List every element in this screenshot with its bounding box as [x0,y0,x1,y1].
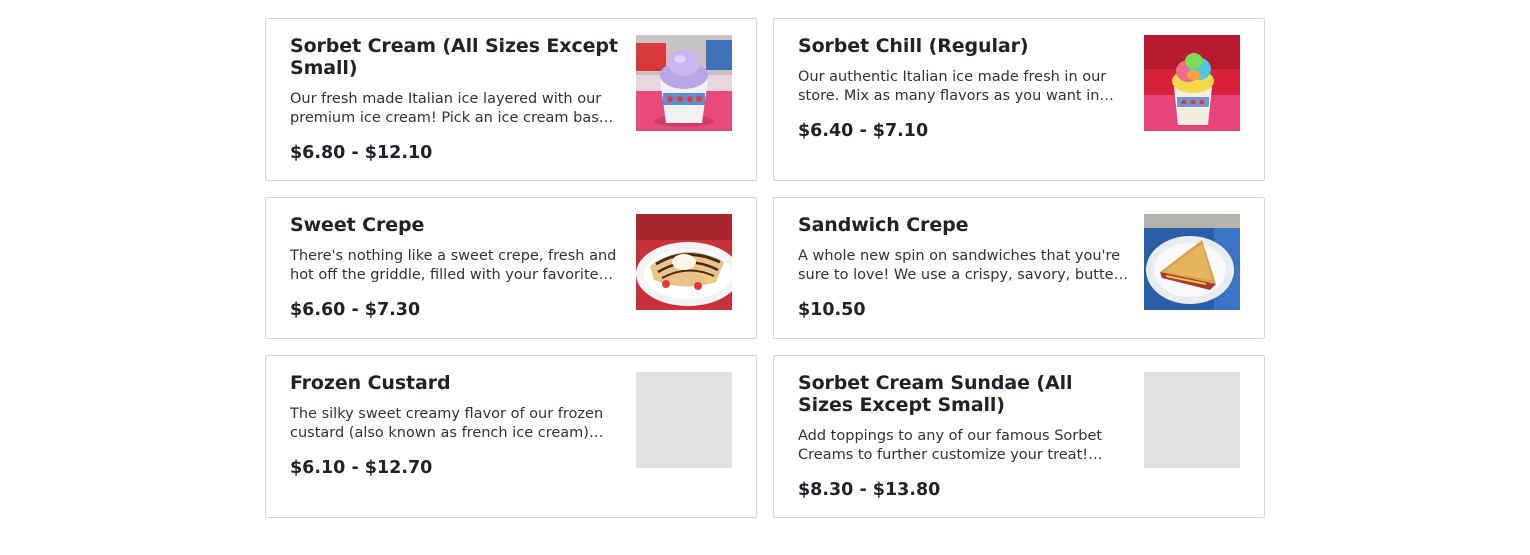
menu-item-description: Our fresh made Italian ice layered with … [290,91,608,126]
sweet-crepe-image [636,214,732,310]
menu-item-info: Frozen Custard The silky sweet creamy fl… [290,372,622,479]
sweet-crepe-photo[interactable] [636,214,732,310]
menu-item-name: Sandwich Crepe [798,214,969,236]
menu-item-card-sorbet-chill[interactable]: Sorbet Chill (Regular) Our authentic Ita… [773,18,1265,181]
menu-item-name: Sweet Crepe [290,214,425,236]
sandwich-crepe-image [1144,214,1240,310]
menu-item-info: Sorbet Cream (All Sizes Except Small) Ou… [290,35,622,164]
sandwich-crepe-photo[interactable] [1144,214,1240,310]
menu-item-description: A whole new spin on sandwiches that you'… [798,248,1129,283]
menu-item-info: Sorbet Chill (Regular) Our authentic Ita… [798,35,1130,142]
menu-item-info: Sweet Crepe There's nothing like a sweet… [290,214,622,321]
menu-item-card-sandwich-crepe[interactable]: Sandwich Crepe A whole new spin on sandw… [773,197,1265,339]
menu-item-card-sorbet-cream-sundae[interactable]: Sorbet Cream Sundae (All Sizes Except Sm… [773,355,1265,518]
menu-item-card-sorbet-cream[interactable]: Sorbet Cream (All Sizes Except Small) Ou… [265,18,757,181]
menu-item-price: $6.80 - $12.10 [290,143,433,163]
menu-item-info: Sandwich Crepe A whole new spin on sandw… [798,214,1130,321]
menu-item-name: Sorbet Chill (Regular) [798,35,1029,57]
menu-item-description: The silky sweet creamy flavor of our fro… [290,406,604,441]
menu-item-price: $6.40 - $7.10 [798,121,929,141]
menu-item-price: $6.10 - $12.70 [290,458,433,478]
menu-item-info: Sorbet Cream Sundae (All Sizes Except Sm… [798,372,1130,501]
menu-item-name: Sorbet Cream (All Sizes Except Small) [290,35,618,79]
sorbet-chill-image [1144,35,1240,131]
menu-item-description: Add toppings to any of our famous Sorbet… [798,428,1103,463]
menu-item-name: Sorbet Cream Sundae (All Sizes Except Sm… [798,372,1073,416]
menu-item-name: Frozen Custard [290,372,451,394]
menu-grid: Sorbet Cream (All Sizes Except Small) Ou… [265,18,1265,518]
menu-item-price: $8.30 - $13.80 [798,480,941,500]
menu-item-description: There's nothing like a sweet crepe, fres… [290,248,617,283]
sorbet-cream-image [636,35,732,131]
menu-item-price: $10.50 [798,300,866,320]
menu-item-price: $6.60 - $7.30 [290,300,421,320]
image-placeholder [1144,372,1240,468]
menu-item-description: Our authentic Italian ice made fresh in … [798,69,1107,104]
sorbet-chill-photo[interactable] [1144,35,1240,131]
sorbet-cream-photo[interactable] [636,35,732,131]
image-placeholder [636,372,732,468]
menu-item-card-sweet-crepe[interactable]: Sweet Crepe There's nothing like a sweet… [265,197,757,339]
menu-item-card-frozen-custard[interactable]: Frozen Custard The silky sweet creamy fl… [265,355,757,518]
